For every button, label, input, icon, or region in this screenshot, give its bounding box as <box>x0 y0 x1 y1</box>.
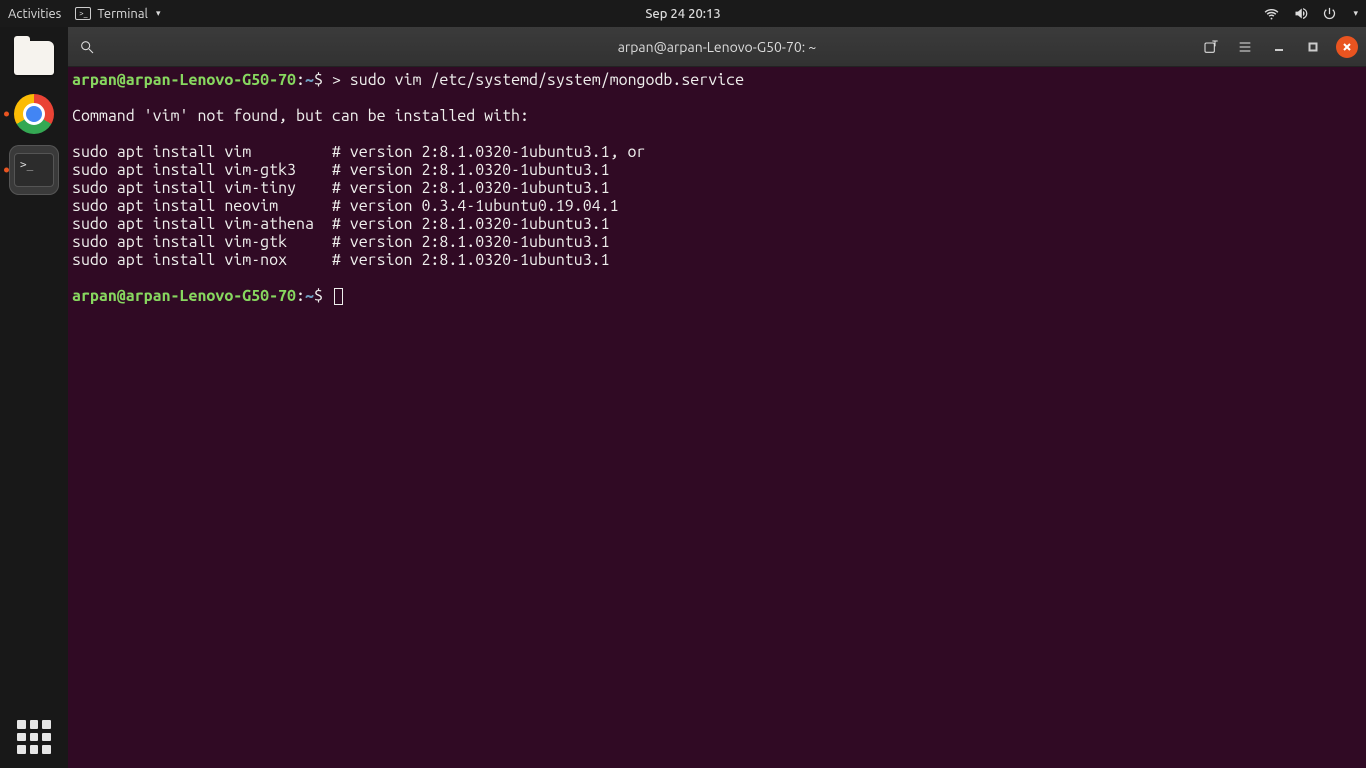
new-tab-icon <box>1203 39 1219 55</box>
minimize-icon <box>1274 42 1284 52</box>
dock-item-files[interactable] <box>9 33 59 83</box>
wifi-icon <box>1264 6 1279 21</box>
system-status-area[interactable]: ▾ <box>1264 6 1358 21</box>
maximize-icon <box>1308 42 1318 52</box>
dock-item-chrome[interactable] <box>9 89 59 139</box>
terminal-body[interactable]: arpan@arpan-Lenovo-G50-70:~$ > sudo vim … <box>68 67 1366 768</box>
chrome-icon <box>14 94 54 134</box>
prompt-user-host: arpan@arpan-Lenovo-G50-70 <box>72 287 296 305</box>
cursor <box>334 288 343 305</box>
clock[interactable]: Sep 24 20:13 <box>645 7 720 21</box>
minimize-button[interactable] <box>1268 36 1290 58</box>
terminal-icon: >_ <box>75 7 91 20</box>
running-indicator <box>4 112 9 117</box>
prompt-path: ~ <box>305 287 314 305</box>
prompt-symbol: $ <box>314 71 323 89</box>
volume-icon <box>1293 6 1308 21</box>
chevron-down-icon: ▾ <box>1353 8 1358 19</box>
window-title: arpan@arpan-Lenovo-G50-70: ~ <box>618 39 817 55</box>
close-icon <box>1342 42 1352 52</box>
prompt-symbol: $ <box>314 287 323 305</box>
app-menu[interactable]: >_ Terminal ▾ <box>75 7 160 21</box>
search-button[interactable] <box>76 36 98 58</box>
show-applications-button[interactable] <box>17 720 51 754</box>
maximize-button[interactable] <box>1302 36 1324 58</box>
prompt-path: ~ <box>305 71 314 89</box>
search-icon <box>79 39 95 55</box>
activities-button[interactable]: Activities <box>8 7 61 21</box>
running-indicator <box>4 168 9 173</box>
chevron-down-icon: ▾ <box>156 8 161 19</box>
prompt-user-host: arpan@arpan-Lenovo-G50-70 <box>72 71 296 89</box>
hamburger-icon <box>1237 39 1253 55</box>
gnome-top-panel: Activities >_ Terminal ▾ Sep 24 20:13 ▾ <box>0 0 1366 27</box>
command-output: Command 'vim' not found, but can be inst… <box>72 107 645 269</box>
app-menu-label: Terminal <box>97 7 148 21</box>
terminal-icon: >_ <box>14 153 54 187</box>
new-tab-button[interactable] <box>1200 36 1222 58</box>
files-icon <box>14 41 54 75</box>
dock: >_ <box>0 27 68 768</box>
window-titlebar[interactable]: arpan@arpan-Lenovo-G50-70: ~ <box>68 27 1366 67</box>
dock-item-terminal[interactable]: >_ <box>9 145 59 195</box>
command-text: > sudo vim /etc/systemd/system/mongodb.s… <box>332 71 744 89</box>
terminal-window: arpan@arpan-Lenovo-G50-70: ~ arpan@arpan… <box>68 27 1366 768</box>
close-button[interactable] <box>1336 36 1358 58</box>
menu-button[interactable] <box>1234 36 1256 58</box>
power-icon <box>1322 6 1337 21</box>
